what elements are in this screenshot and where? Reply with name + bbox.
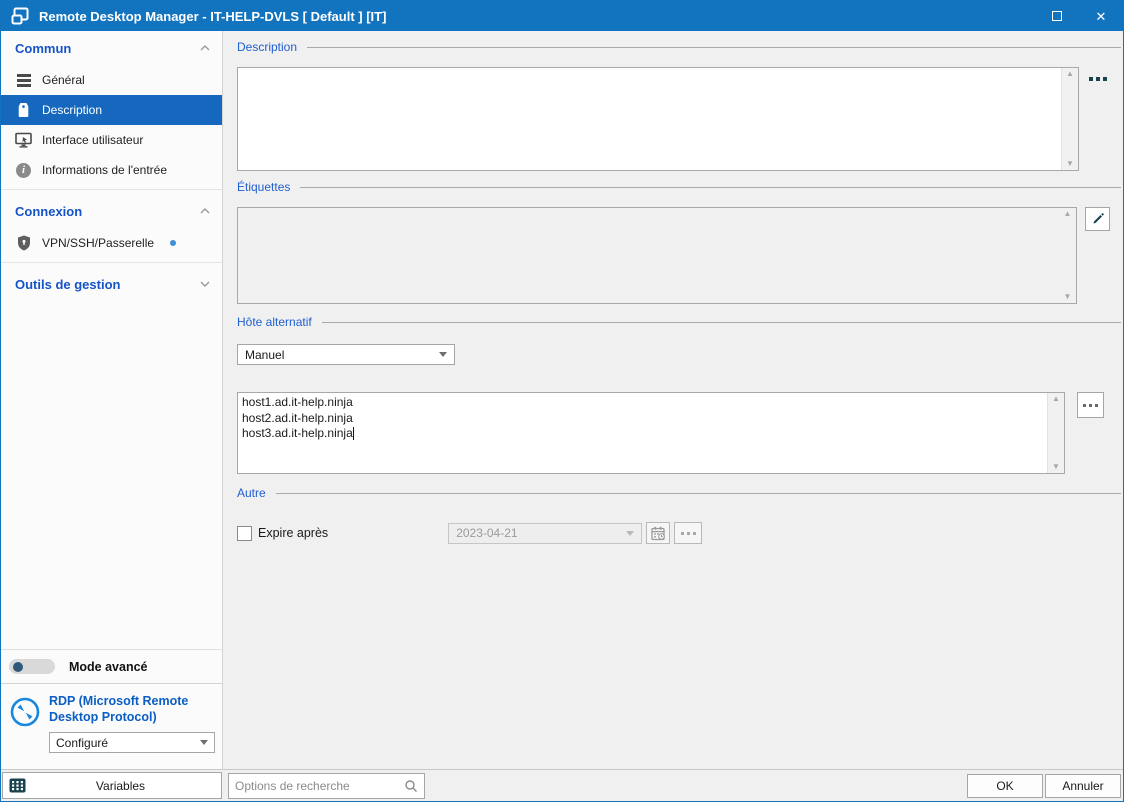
advanced-mode-label: Mode avancé [69,659,148,674]
chevron-down-icon [200,740,208,746]
description-group-header: Description [237,40,1121,54]
pencil-icon [1093,213,1104,224]
expire-after-checkbox[interactable] [237,525,252,541]
sidebar-item-informations-entree[interactable]: i Informations de l'entrée [1,155,222,185]
close-button[interactable]: ✕ [1079,1,1123,31]
protocol-status-value: Configuré [56,735,109,750]
sidebar-item-interface-utilisateur[interactable]: Interface utilisateur [1,125,222,155]
expire-date-value: 2023-04-21 [456,526,518,540]
protocol-panel: RDP (Microsoft Remote Desktop Protocol) … [1,683,222,769]
titlebar: Remote Desktop Manager - IT-HELP-DVLS [ … [1,1,1123,31]
expire-ellipsis-button [674,522,703,544]
sidebar-item-general[interactable]: Général [1,65,222,95]
description-ellipsis-button[interactable] [1089,77,1107,81]
window-title: Remote Desktop Manager - IT-HELP-DVLS [ … [39,8,387,24]
protocol-status-select[interactable]: Configuré [49,732,215,754]
settings-sidebar: Commun Général Description Interface uti… [1,31,223,769]
other-group-label: Autre [237,486,266,500]
section-commun[interactable]: Commun [1,31,222,65]
monitor-icon [15,132,32,149]
calendar-picker-button [646,522,671,544]
advanced-mode-toggle[interactable] [9,659,55,674]
section-commun-label: Commun [15,40,72,56]
sidebar-item-vpn-ssh-passerelle[interactable]: VPN/SSH/Passerelle [1,228,222,258]
sidebar-item-description[interactable]: Description [1,95,222,125]
search-input[interactable] [235,778,404,793]
variables-grid-icon [9,778,26,793]
alternate-hosts-ellipsis-button[interactable] [1077,392,1104,418]
text-cursor [352,427,354,441]
section-outils-de-gestion[interactable]: Outils de gestion [1,267,222,301]
ok-button[interactable]: OK [967,773,1043,798]
alternate-host-mode-select[interactable]: Manuel [237,344,455,365]
bottom-bar: Variables OK Annuler [1,769,1123,801]
chevron-down-icon [626,530,635,536]
maximize-icon [1052,11,1062,21]
edit-tags-button[interactable] [1085,207,1110,231]
expire-after-label: Expire après [258,526,329,540]
alternate-hosts-textarea[interactable]: host1.ad.it-help.ninja host2.ad.it-help.… [237,392,1065,474]
maximize-button[interactable] [1035,1,1079,31]
alternate-host-group-label: Hôte alternatif [237,315,312,329]
alternate-host-mode-value: Manuel [245,347,285,362]
alternate-hosts-text: host1.ad.it-help.ninja host2.ad.it-help.… [242,395,353,441]
menu-lines-icon [15,72,32,89]
tags-textarea: ▲ ▼ [237,207,1077,304]
section-connexion[interactable]: Connexion [1,194,222,228]
shield-icon [15,235,32,252]
section-outils-label: Outils de gestion [15,276,121,292]
tags-group-label: Étiquettes [237,180,291,194]
sidebar-item-label: Description [42,103,103,117]
chevron-down-icon [439,352,447,357]
sidebar-divider [1,262,222,263]
variables-button[interactable]: Variables [2,772,222,799]
description-group-label: Description [237,40,298,54]
other-group-header: Autre [237,486,1121,500]
sidebar-item-label: Interface utilisateur [42,133,144,147]
description-text [238,68,1061,170]
tags-group-header: Étiquettes [237,180,1121,194]
chevron-up-icon [200,208,210,214]
section-connexion-label: Connexion [15,203,83,219]
protocol-title: RDP (Microsoft Remote Desktop Protocol) [49,694,189,724]
alternate-host-group-header: Hôte alternatif [237,315,1121,329]
rdm-properties-window: Remote Desktop Manager - IT-HELP-DVLS [ … [0,0,1124,802]
expire-date-select: 2023-04-21 [448,522,643,544]
variables-button-label: Variables [95,778,146,793]
rdp-connect-icon [9,694,41,757]
description-scrollbar[interactable]: ▲ ▼ [1061,68,1078,170]
advanced-mode-row: Mode avancé [1,649,222,683]
app-window-icon [11,7,31,25]
main-content: Description ▲ ▼ Étiquettes ▲ ▼ Hôte alte… [223,31,1123,769]
chevron-down-icon [200,281,210,287]
info-icon: i [15,162,32,179]
modified-dot-badge [170,240,177,246]
sidebar-item-label: Informations de l'entrée [42,163,168,177]
alternate-hosts-scrollbar[interactable]: ▲ ▼ [1047,393,1064,473]
search-icon [405,779,417,792]
description-textarea[interactable]: ▲ ▼ [237,67,1079,171]
sidebar-item-label: VPN/SSH/Passerelle [42,236,155,250]
tags-scrollbar: ▲ ▼ [1059,208,1076,303]
tag-icon [15,102,32,119]
calendar-icon [651,526,665,540]
sidebar-item-label: Général [42,73,85,87]
search-box[interactable] [228,772,425,799]
cancel-button[interactable]: Annuler [1045,773,1121,798]
chevron-up-icon [200,45,210,51]
tags-text [238,208,1059,303]
sidebar-divider [1,189,222,190]
